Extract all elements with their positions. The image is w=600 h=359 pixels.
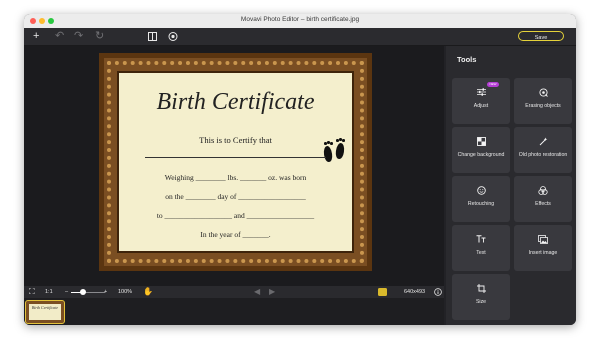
tool-label: Effects: [535, 201, 551, 207]
certificate-line-year: In the year of _______.: [200, 230, 271, 239]
effects-icon: [514, 186, 572, 197]
image-thumbnail[interactable]: Birth Certificate: [25, 300, 65, 324]
tool-label: Old photo restoration: [518, 152, 568, 158]
tool-size[interactable]: Size: [452, 274, 510, 320]
save-button[interactable]: Save: [518, 31, 564, 41]
app-window: Movavi Photo Editor – birth certificate.…: [24, 14, 576, 325]
filmstrip: Birth Certificate: [24, 298, 444, 325]
zoom-level: 100%: [118, 289, 133, 295]
sliders-icon: [452, 88, 510, 98]
tool-label: Text: [476, 250, 486, 256]
tool-insert-image[interactable]: Insert image: [514, 225, 572, 271]
image-dimensions: 640x493: [404, 289, 426, 295]
next-image-icon[interactable]: ▶: [269, 286, 275, 298]
certificate-certify-text: This is to Certify that: [199, 135, 272, 145]
previous-image-icon[interactable]: ◀: [254, 286, 260, 298]
actual-size-button[interactable]: 1:1: [45, 286, 53, 298]
bottom-bar: ⛶ 1:1 – + 100% ✋ ◀ ▶ 640x493: [24, 286, 444, 302]
tool-effects[interactable]: Effects: [514, 176, 572, 222]
tool-label: Erasing objects: [525, 103, 561, 109]
tool-old-photo-restoration[interactable]: Old photo restoration: [514, 127, 572, 173]
certificate-title: Birth Certificate: [156, 89, 315, 115]
redo-icon[interactable]: ↷: [74, 29, 83, 44]
eraser-icon: [514, 88, 572, 99]
face-icon: [452, 186, 510, 197]
background-icon: [452, 137, 510, 148]
tool-label: Change background: [457, 152, 505, 158]
plus-icon[interactable]: +: [33, 29, 39, 44]
compare-icon[interactable]: [148, 29, 157, 46]
certificate-rule: [145, 157, 326, 158]
hand-icon[interactable]: ✋: [143, 286, 153, 298]
zoom-slider[interactable]: [71, 289, 105, 295]
certificate-body: Birth Certificate This is to Certify tha…: [117, 71, 354, 253]
tool-change-background[interactable]: Change background: [452, 127, 510, 173]
thumbnail-title: Birth Certificate: [31, 305, 59, 310]
tool-retouching[interactable]: Retouching: [452, 176, 510, 222]
fit-screen-icon[interactable]: ⛶: [29, 286, 35, 298]
reset-icon[interactable]: ↻: [95, 29, 104, 44]
tool-label: Insert image: [528, 250, 558, 256]
image-view-icon[interactable]: [378, 288, 387, 302]
zoom-in-button[interactable]: +: [104, 286, 107, 298]
tool-label: Adjust: [473, 103, 489, 109]
new-badge: NEW: [487, 82, 499, 87]
tool-text[interactable]: Text: [452, 225, 510, 271]
insert-image-icon: [514, 235, 572, 246]
tool-erasing-objects[interactable]: Erasing objects: [514, 78, 572, 124]
zoom-out-button[interactable]: –: [65, 286, 68, 298]
tool-label: Size: [475, 299, 487, 305]
window-title: Movavi Photo Editor – birth certificate.…: [240, 16, 360, 23]
title-bar: Movavi Photo Editor – birth certificate.…: [24, 14, 576, 29]
restoration-icon: [514, 137, 572, 148]
crop-icon: [452, 284, 510, 295]
undo-icon[interactable]: ↶: [55, 29, 64, 44]
tools-panel-title: Tools: [457, 55, 477, 64]
certificate-line-weighing: Weighing ________ lbs. _______ oz. was b…: [164, 173, 307, 182]
certificate-image: Birth Certificate This is to Certify tha…: [99, 53, 372, 271]
text-icon: [452, 235, 510, 245]
tool-adjust[interactable]: NEW Adjust: [452, 78, 510, 124]
certificate-line-parents: to __________________ and ______________…: [156, 211, 315, 220]
certificate-line-day: on the ________ day of _________________…: [165, 192, 306, 201]
tool-label: Retouching: [467, 201, 495, 207]
zoom-slider-handle[interactable]: [79, 289, 86, 295]
tools-panel: Tools NEW Adjust Erasing objects Change …: [446, 46, 576, 325]
image-canvas[interactable]: Birth Certificate This is to Certify tha…: [24, 46, 444, 286]
top-toolbar: + ↶ ↷ ↻ Save: [24, 28, 576, 46]
eye-icon[interactable]: [168, 29, 178, 46]
